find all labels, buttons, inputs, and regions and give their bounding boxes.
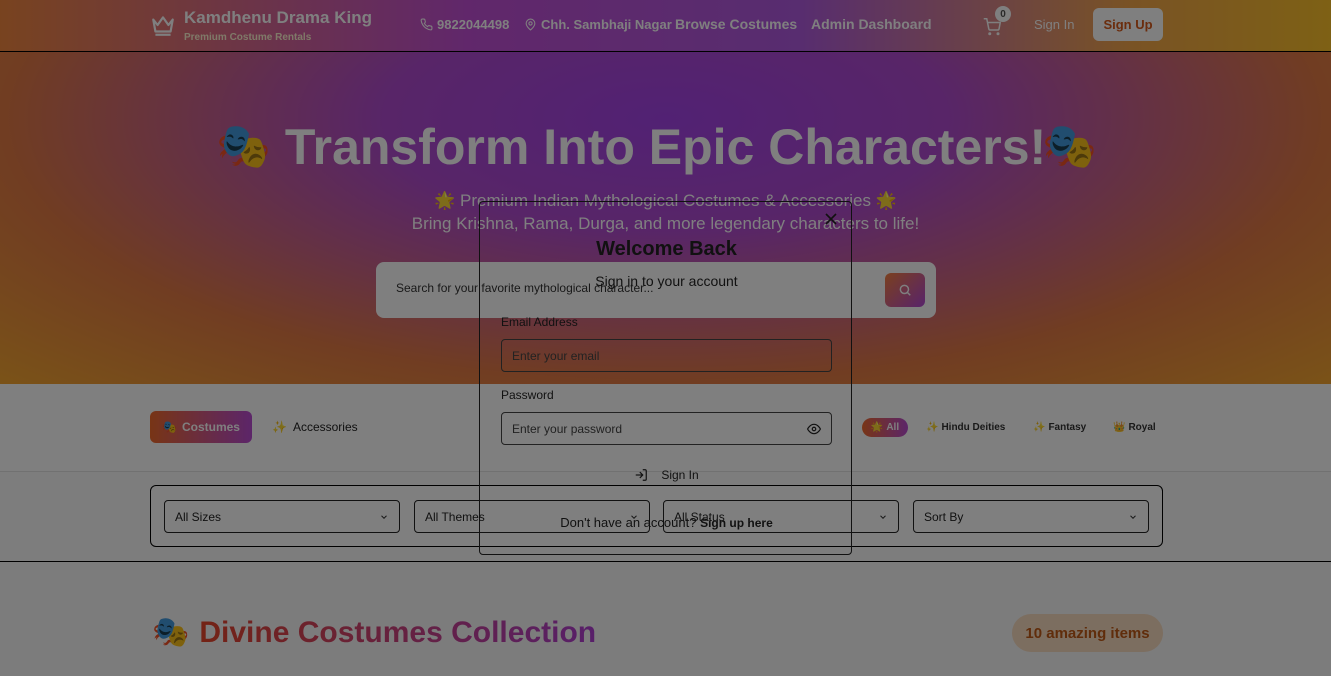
sign-in-submit-label: Sign In <box>661 468 699 482</box>
close-icon[interactable] <box>825 213 837 225</box>
password-field[interactable] <box>502 413 831 444</box>
modal-subtitle: Sign in to your account <box>595 273 738 289</box>
password-label: Password <box>501 388 554 402</box>
modal-title: Welcome Back <box>596 238 737 260</box>
eye-icon[interactable] <box>807 422 821 436</box>
sign-in-submit-button[interactable]: Sign In <box>501 462 832 488</box>
password-field-wrapper <box>501 412 832 445</box>
login-icon <box>636 469 648 481</box>
footer-text: Don't have an account? <box>560 515 697 530</box>
email-label: Email Address <box>501 315 578 329</box>
email-field[interactable] <box>502 340 831 371</box>
sign-up-link[interactable]: Sign up here <box>700 516 773 530</box>
sign-in-modal: Welcome Back Sign in to your account Ema… <box>479 201 852 555</box>
email-field-wrapper <box>501 339 832 372</box>
modal-footer: Don't have an account? Sign up here <box>480 515 853 530</box>
